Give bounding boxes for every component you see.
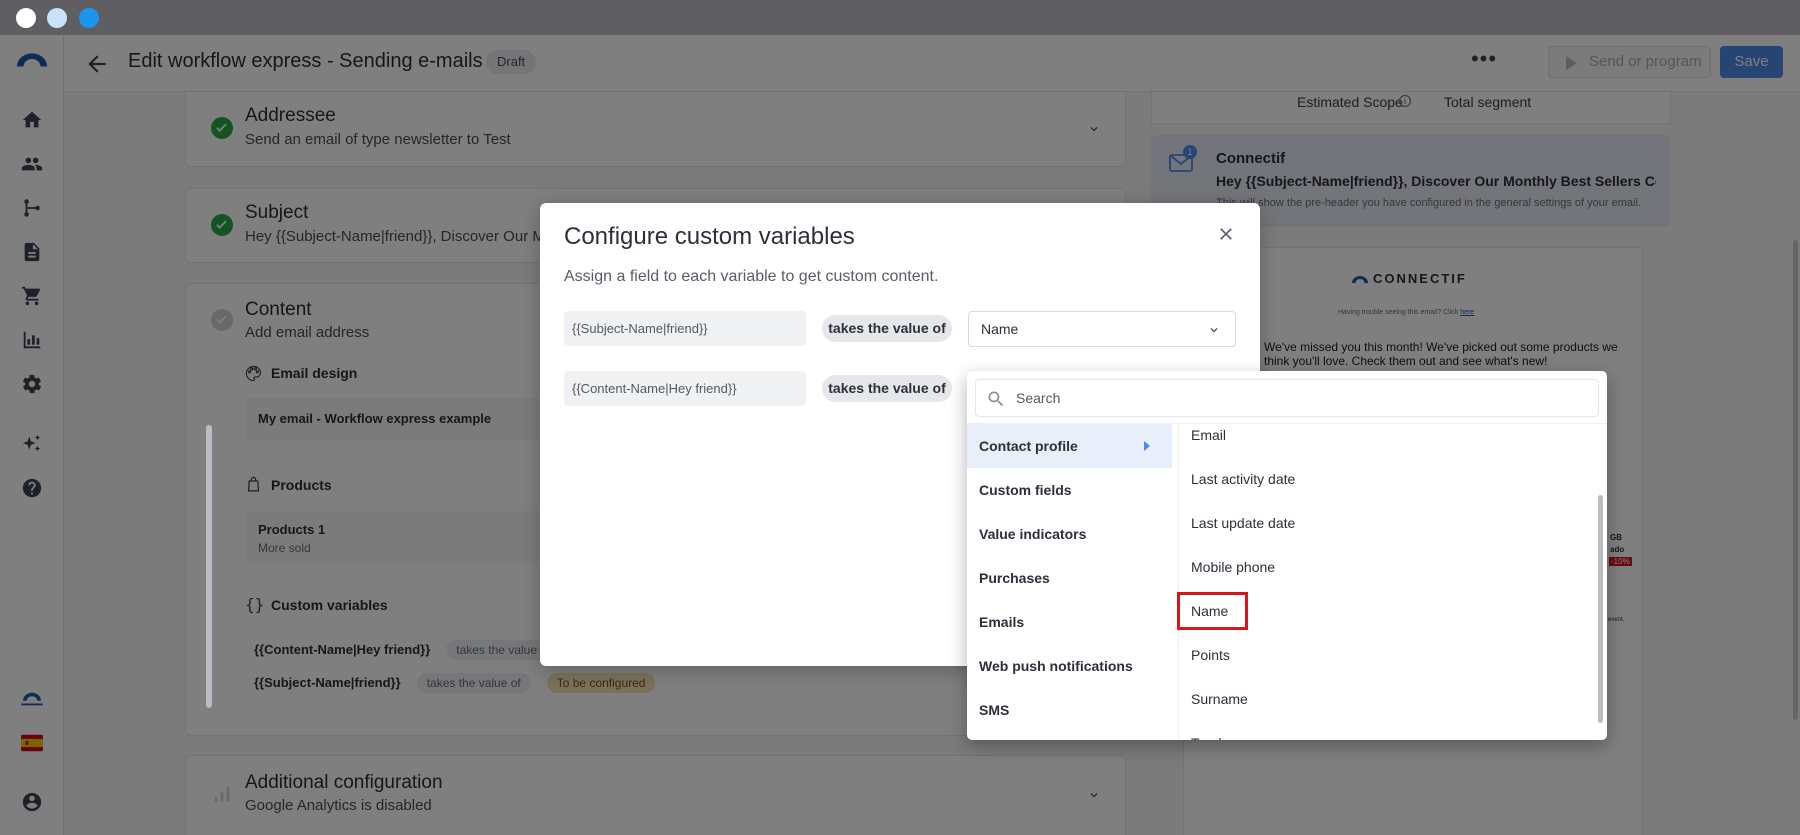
caret-right-icon — [1144, 441, 1150, 451]
option-email[interactable]: Email — [1179, 424, 1598, 457]
option-tracker[interactable]: Tracker — [1179, 721, 1598, 740]
option-last-activity-date[interactable]: Last activity date — [1179, 457, 1598, 501]
category-web-push-notifications[interactable]: Web push notifications — [967, 644, 1172, 688]
search-input[interactable] — [1016, 386, 1576, 410]
takes-value-label: takes the value of — [822, 375, 952, 402]
category-contact-profile[interactable]: Contact profile — [967, 424, 1172, 468]
close-icon[interactable] — [1216, 224, 1236, 244]
field-option-list: Email Last activity date Last update dat… — [1178, 424, 1598, 740]
category-custom-fields[interactable]: Custom fields — [967, 468, 1172, 512]
variable-field: {{Subject-Name|friend}} — [564, 311, 806, 346]
field-select-value: Name — [981, 321, 1019, 337]
search-icon — [988, 391, 1004, 407]
maximize-window-dot[interactable] — [79, 8, 99, 28]
chevron-down-icon — [1210, 328, 1218, 333]
category-list: Contact profile Custom fields Value indi… — [967, 424, 1172, 740]
field-picker-dropdown: Contact profile Custom fields Value indi… — [967, 371, 1607, 740]
option-mobile-phone[interactable]: Mobile phone — [1179, 545, 1598, 589]
category-purchases[interactable]: Purchases — [967, 556, 1172, 600]
category-sms[interactable]: SMS — [967, 688, 1172, 732]
field-select[interactable]: Name — [968, 311, 1236, 347]
search-box[interactable] — [975, 379, 1599, 417]
dialog-title: Configure custom variables — [564, 223, 855, 250]
category-emails[interactable]: Emails — [967, 600, 1172, 644]
dialog-description: Assign a field to each variable to get c… — [564, 268, 939, 285]
option-surname[interactable]: Surname — [1179, 677, 1598, 721]
close-window-dot[interactable] — [16, 8, 36, 28]
category-value-indicators[interactable]: Value indicators — [967, 512, 1172, 556]
name-option-highlight — [1177, 592, 1248, 630]
variable-field: {{Content-Name|Hey friend}} — [564, 371, 806, 406]
option-scrollbar[interactable] — [1598, 495, 1603, 723]
category-scrollbar[interactable] — [206, 425, 212, 708]
minimize-window-dot[interactable] — [47, 8, 67, 28]
takes-value-label: takes the value of — [822, 315, 952, 342]
option-last-update-date[interactable]: Last update date — [1179, 501, 1598, 545]
option-points[interactable]: Points — [1179, 633, 1598, 677]
window-titlebar — [0, 0, 1800, 35]
